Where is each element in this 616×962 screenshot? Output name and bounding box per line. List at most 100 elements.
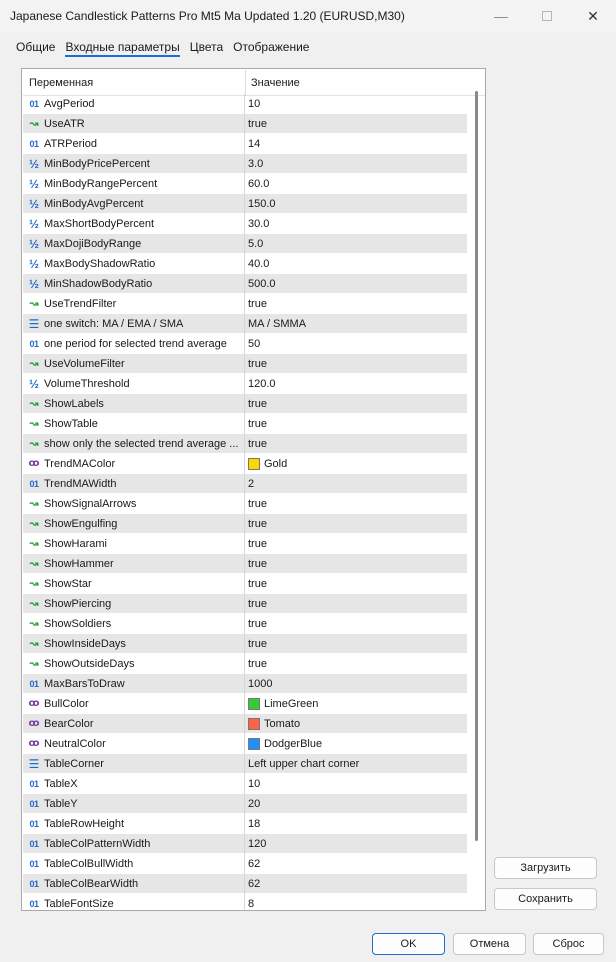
parameter-row[interactable]: 01 TrendMAWidth 2 [23, 474, 467, 494]
color-swatch[interactable] [248, 458, 260, 470]
parameter-value[interactable]: 2 [248, 478, 254, 490]
parameter-value[interactable]: 20 [248, 798, 260, 810]
parameter-row[interactable]: ↝ ShowHammer true [23, 554, 467, 574]
parameter-row[interactable]: 01 AvgPeriod 10 [23, 94, 467, 114]
parameter-row[interactable]: 01 ATRPeriod 14 [23, 134, 467, 154]
cancel-button[interactable]: Отмена [453, 933, 526, 955]
parameter-row[interactable]: ½ MaxBodyShadowRatio 40.0 [23, 254, 467, 274]
parameter-value[interactable]: Tomato [248, 718, 300, 730]
parameter-value[interactable]: 62 [248, 858, 260, 870]
parameter-row[interactable]: 01 TableColBearWidth 62 [23, 874, 467, 894]
parameter-value[interactable]: 120 [248, 838, 266, 850]
tab-colors[interactable]: Цвета [190, 40, 223, 58]
parameter-row[interactable]: ↝ ShowHarami true [23, 534, 467, 554]
parameter-row[interactable]: ½ MinBodyPricePercent 3.0 [23, 154, 467, 174]
parameter-value[interactable]: true [248, 398, 267, 410]
parameter-row[interactable]: 01 TableFontSize 8 [23, 894, 467, 910]
parameter-value[interactable]: MA / SMMA [248, 318, 306, 330]
minimize-icon[interactable]: — [478, 0, 524, 32]
parameter-value[interactable]: true [248, 658, 267, 670]
parameter-value[interactable]: true [248, 358, 267, 370]
column-header-variable[interactable]: Переменная [29, 77, 93, 89]
parameter-value[interactable]: Gold [248, 458, 287, 470]
parameter-value[interactable]: true [248, 638, 267, 650]
save-button[interactable]: Сохранить [494, 888, 597, 910]
parameter-value[interactable]: 14 [248, 138, 260, 150]
parameter-row[interactable]: ½ VolumeThreshold 120.0 [23, 374, 467, 394]
parameter-value[interactable]: 8 [248, 898, 254, 910]
column-divider[interactable] [245, 70, 246, 96]
parameter-row[interactable]: 01 one period for selected trend average 5… [23, 334, 467, 354]
color-swatch[interactable] [248, 738, 260, 750]
parameter-value[interactable]: 10 [248, 98, 260, 110]
parameter-value[interactable]: 1000 [248, 678, 272, 690]
parameter-row[interactable]: ↝ show only the selected trend average ..… [23, 434, 467, 454]
parameter-value[interactable]: 62 [248, 878, 260, 890]
parameter-row[interactable]: ↝ ShowLabels true [23, 394, 467, 414]
parameter-value[interactable]: true [248, 538, 267, 550]
parameter-value[interactable]: 150.0 [248, 198, 276, 210]
close-icon[interactable]: ✕ [570, 0, 616, 32]
parameter-value[interactable]: DodgerBlue [248, 738, 322, 750]
color-swatch[interactable] [248, 718, 260, 730]
parameter-value[interactable]: 50 [248, 338, 260, 350]
parameter-row[interactable]: ꝏ BullColor LimeGreen [23, 694, 467, 714]
parameter-row[interactable]: ↝ ShowStar true [23, 574, 467, 594]
parameter-row[interactable]: ↝ ShowEngulfing true [23, 514, 467, 534]
parameter-row[interactable]: ↝ UseVolumeFilter true [23, 354, 467, 374]
parameter-value[interactable]: true [248, 598, 267, 610]
ok-button[interactable]: OK [372, 933, 445, 955]
reset-button[interactable]: Сброс [533, 933, 604, 955]
color-swatch[interactable] [248, 698, 260, 710]
parameter-row[interactable]: ꝏ BearColor Tomato [23, 714, 467, 734]
parameter-value[interactable]: 40.0 [248, 258, 269, 270]
parameter-row[interactable]: ↝ ShowSoldiers true [23, 614, 467, 634]
parameter-value[interactable]: true [248, 578, 267, 590]
parameter-value[interactable]: true [248, 518, 267, 530]
parameter-row[interactable]: ½ MinBodyAvgPercent 150.0 [23, 194, 467, 214]
parameter-row[interactable]: ꝏ TrendMAColor Gold [23, 454, 467, 474]
parameter-value[interactable]: true [248, 618, 267, 630]
parameter-row[interactable]: 01 TableY 20 [23, 794, 467, 814]
parameter-value[interactable]: 500.0 [248, 278, 276, 290]
tab-input-parameters[interactable]: Входные параметры [65, 40, 180, 58]
parameter-value[interactable]: 18 [248, 818, 260, 830]
parameter-value[interactable]: true [248, 418, 267, 430]
parameter-row[interactable]: ½ MinShadowBodyRatio 500.0 [23, 274, 467, 294]
load-button[interactable]: Загрузить [494, 857, 597, 879]
parameter-row[interactable]: ↝ ShowInsideDays true [23, 634, 467, 654]
parameter-value[interactable]: 5.0 [248, 238, 263, 250]
parameter-row[interactable]: 01 TableColPatternWidth 120 [23, 834, 467, 854]
parameter-row[interactable]: 01 TableColBullWidth 62 [23, 854, 467, 874]
parameter-value[interactable]: LimeGreen [248, 698, 318, 710]
tab-general[interactable]: Общие [16, 40, 55, 58]
parameter-row[interactable]: ↝ ShowPiercing true [23, 594, 467, 614]
parameter-row[interactable]: ☰ one switch: MA / EMA / SMA MA / SMMA [23, 314, 467, 334]
parameter-value[interactable]: true [248, 558, 267, 570]
parameter-row[interactable]: ½ MinBodyRangePercent 60.0 [23, 174, 467, 194]
parameter-value[interactable]: 120.0 [248, 378, 276, 390]
parameter-value[interactable]: 60.0 [248, 178, 269, 190]
parameter-value[interactable]: true [248, 438, 267, 450]
parameter-value[interactable]: 30.0 [248, 218, 269, 230]
scrollbar-thumb[interactable] [475, 91, 478, 841]
parameter-row[interactable]: ꝏ NeutralColor DodgerBlue [23, 734, 467, 754]
parameter-value[interactable]: Left upper chart corner [248, 758, 359, 770]
parameter-row[interactable]: ½ MaxShortBodyPercent 30.0 [23, 214, 467, 234]
parameter-row[interactable]: 01 MaxBarsToDraw 1000 [23, 674, 467, 694]
parameter-value[interactable]: 10 [248, 778, 260, 790]
parameter-value[interactable]: 3.0 [248, 158, 263, 170]
parameter-value[interactable]: true [248, 298, 267, 310]
parameter-row[interactable]: ↝ ShowOutsideDays true [23, 654, 467, 674]
parameter-row[interactable]: ↝ ShowSignalArrows true [23, 494, 467, 514]
parameter-row[interactable]: ↝ UseATR true [23, 114, 467, 134]
vertical-scrollbar[interactable] [471, 91, 483, 906]
parameter-row[interactable]: 01 TableRowHeight 18 [23, 814, 467, 834]
parameter-row[interactable]: ↝ UseTrendFilter true [23, 294, 467, 314]
tab-display[interactable]: Отображение [233, 40, 309, 58]
column-header-value[interactable]: Значение [251, 77, 300, 89]
parameter-value[interactable]: true [248, 118, 267, 130]
parameter-row[interactable]: ½ MaxDojiBodyRange 5.0 [23, 234, 467, 254]
parameter-row[interactable]: ↝ ShowTable true [23, 414, 467, 434]
parameter-value[interactable]: true [248, 498, 267, 510]
